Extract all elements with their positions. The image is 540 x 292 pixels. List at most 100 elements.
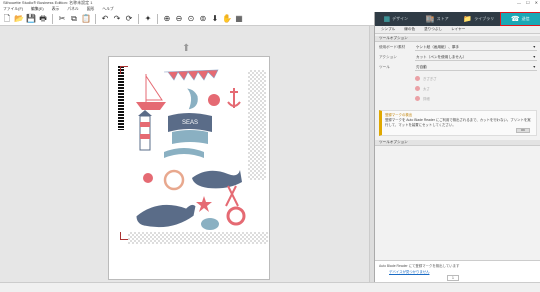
anchor-sticker <box>227 88 241 108</box>
tool-select[interactable]: 刃自動 ▼ <box>415 65 537 71</box>
tab-send[interactable]: ☎ 送信 <box>499 12 540 26</box>
toolbar-divider <box>95 13 96 24</box>
ahoy-bubble-sticker <box>201 218 219 230</box>
action-row: アクション カット（ペンを使用しません） ▼ <box>379 54 537 61</box>
down-arrow-icon[interactable]: ⬇ <box>210 14 220 24</box>
subtab-fill[interactable]: 塗りつぶし <box>424 27 442 32</box>
zoom-in-icon[interactable]: ⊕ <box>162 14 172 24</box>
print-icon[interactable]: 🖶 <box>38 14 48 24</box>
save-icon[interactable]: 💾 <box>26 14 36 24</box>
section-cut-title: ツールオプション <box>379 36 408 40</box>
zoom-page-icon[interactable]: ⊚ <box>198 14 208 24</box>
load-direction-arrow-icon: ⬆ <box>182 43 191 54</box>
undo-icon[interactable]: ↶ <box>100 14 110 24</box>
tool-row: ツール 刃自動 ▼ <box>379 64 537 71</box>
crab-sticker <box>208 94 220 106</box>
toolbar-divider <box>157 13 158 24</box>
new-doc-icon[interactable]: 🗋 <box>2 14 12 24</box>
hand-icon[interactable]: ✋ <box>222 14 232 24</box>
fish-sticker <box>143 173 153 183</box>
subtab-line[interactable]: 線の色 <box>404 27 415 32</box>
tab-store[interactable]: 🏬 ストア <box>417 12 459 26</box>
chevron-down-icon: ▼ <box>532 45 536 49</box>
cut-icon[interactable]: ✂ <box>57 14 67 24</box>
copies-stepper[interactable]: 1 <box>447 275 459 281</box>
send-panel: ▦ デザイン 🏬 ストア 📁 ライブラリ ☎ 送信 シンプル 線の色 塗りつぶし… <box>374 12 540 292</box>
material-select[interactable]: ケント紙（画用紙）、厚手 ▼ <box>415 45 537 51</box>
notice-text: 登録マークを Auto Blade Reader にご利用で検出されるまで、カッ… <box>385 118 531 127</box>
action-label: アクション <box>379 55 397 59</box>
option-label: ぎざぎざ <box>423 77 437 81</box>
option-label: 太さ <box>423 87 430 91</box>
maximize-icon[interactable]: ☐ <box>526 0 530 5</box>
subtab-simple[interactable]: シンプル <box>381 27 395 32</box>
menu-edit[interactable]: 編集(E) <box>31 7 44 12</box>
option-icon <box>415 86 420 91</box>
sticker-sheet-artwork[interactable]: SEAS <box>128 66 250 240</box>
tab-library[interactable]: 📁 ライブラリ <box>458 12 500 26</box>
paste-icon[interactable]: 📋 <box>81 14 91 24</box>
tab-send-label: 送信 <box>521 16 530 21</box>
device-link[interactable]: デバイスが見つかりません <box>389 269 429 274</box>
registration-mark <box>118 66 124 130</box>
open-icon[interactable]: 📂 <box>14 14 24 24</box>
starfish-sticker <box>196 196 212 212</box>
banner-text: SEAS <box>182 120 198 126</box>
minimize-icon[interactable]: — <box>517 0 521 5</box>
tab-design[interactable]: ▦ デザイン <box>375 12 417 26</box>
rotate-icon[interactable]: ⟳ <box>124 14 134 24</box>
option-row[interactable]: 太さ <box>415 86 430 91</box>
section-details-title: ツールオプション <box>379 140 408 144</box>
menu-view[interactable]: 表示 <box>52 7 60 12</box>
tool-value: 刃自動 <box>416 64 427 69</box>
send-mode-subtabs: シンプル 線の色 塗りつぶし レイヤー <box>375 26 540 34</box>
device-status-area: Auto Blade Reader にて登録マークを検出しています デバイスが見… <box>375 260 540 282</box>
whale-sticker <box>192 170 242 189</box>
life-ring-sticker <box>226 206 246 226</box>
close-icon[interactable]: ✕ <box>535 0 538 5</box>
section-cut-header[interactable]: ツールオプション <box>375 36 540 42</box>
option-icon <box>415 96 420 101</box>
menu-help[interactable]: ヘルプ <box>102 7 113 12</box>
material-value: ケント紙（画用紙）、厚手 <box>416 44 460 49</box>
material-row: 使用ボード/素材 ケント紙（画用紙）、厚手 ▼ <box>379 44 537 51</box>
copy-icon[interactable]: ⧉ <box>69 14 79 24</box>
action-value: カット（ペンを使用しません） <box>416 54 467 59</box>
menu-panel[interactable]: パネル <box>67 7 78 12</box>
tool-label: ツール <box>379 65 390 69</box>
toolbar-divider <box>52 13 53 24</box>
tab-design-label: デザイン <box>392 16 409 21</box>
registration-corner-bl <box>120 232 128 240</box>
status-text: Auto Blade Reader にて登録マークを検出しています <box>379 264 460 268</box>
notice-ok-button[interactable]: OK <box>516 128 530 133</box>
zoom-out-icon[interactable]: ⊖ <box>174 14 184 24</box>
send-tab-icon: ☎ <box>510 16 520 23</box>
sailboat-sticker <box>136 74 166 110</box>
ship-wheel-sticker <box>163 169 185 191</box>
chevron-down-icon: ▼ <box>532 65 536 69</box>
option-row[interactable]: 詳細 <box>415 96 430 101</box>
non-cut-area-right <box>248 70 266 180</box>
mermaid-tail-sticker <box>184 87 199 111</box>
redo-icon[interactable]: ↷ <box>112 14 122 24</box>
action-select[interactable]: カット（ペンを使用しません） ▼ <box>415 55 537 61</box>
option-row[interactable]: ぎざぎざ <box>415 76 437 81</box>
registration-corner-tl <box>120 66 128 74</box>
status-bar <box>0 282 540 292</box>
window-controls: — ☐ ✕ <box>517 0 538 5</box>
subtab-layer[interactable]: レイヤー <box>451 27 465 32</box>
grid-icon[interactable]: ▦ <box>234 14 244 24</box>
menu-file[interactable]: ファイル(F) <box>3 7 23 12</box>
zoom-fit-icon[interactable]: ⊙ <box>186 14 196 24</box>
option-label: 詳細 <box>423 97 430 101</box>
toolbar-divider <box>138 13 139 24</box>
lighthouse-sticker <box>138 110 152 151</box>
design-tab-icon: ▦ <box>383 16 391 23</box>
sparkle-icon[interactable]: ✦ <box>143 14 153 24</box>
section-details-header[interactable]: ツールオプション <box>375 140 540 146</box>
bunting-flags <box>163 69 219 81</box>
registration-notice: 登録マークの検出 登録マークを Auto Blade Reader にご利用で検… <box>379 110 537 136</box>
material-label: 使用ボード/素材 <box>379 45 406 49</box>
store-tab-icon: 🏬 <box>425 16 435 23</box>
menu-shape[interactable]: 図形 <box>87 7 95 12</box>
